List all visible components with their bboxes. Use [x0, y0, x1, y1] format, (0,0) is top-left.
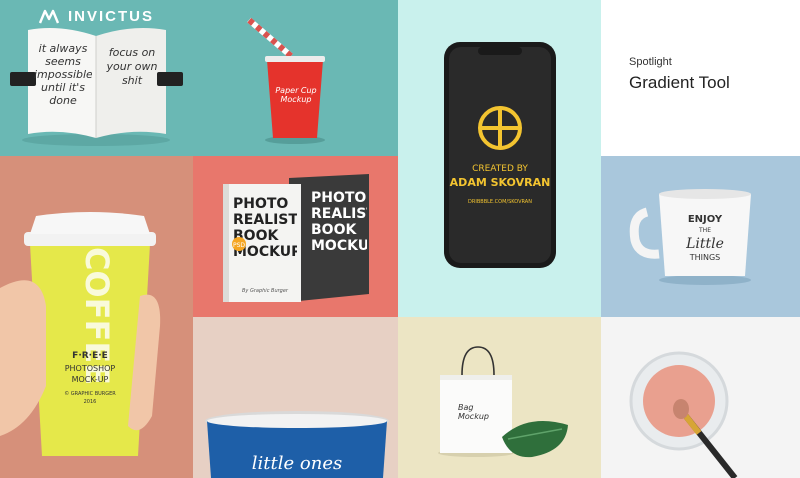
brand-name: INVICTUS: [68, 8, 155, 25]
book-spine-title: PHOTO REALISTIC BOOK MOCKUP: [311, 190, 367, 254]
brand-logo[interactable]: INVICTUS: [38, 8, 154, 25]
coffee-credit: © GRAPHIC BURGER: [64, 390, 116, 397]
tile-cosmetic[interactable]: [601, 317, 800, 478]
book-psd-badge: PSD: [233, 242, 245, 249]
coffee-mockup: MOCK-UP: [72, 375, 109, 384]
phone-mockup: CREATED BY ADAM SKOVRAN DRIBBBLE.COM/SKO…: [444, 42, 556, 268]
mug-line4: THINGS: [689, 253, 721, 262]
book-byline: By Graphic Burger: [242, 288, 289, 294]
hamburger-menu-icon[interactable]: [758, 10, 778, 32]
mug-line2: THE: [698, 227, 711, 234]
notebook-right-text: focus on your own shit: [106, 46, 158, 87]
enamel-script: little ones: [252, 453, 342, 474]
tile-paper-cup[interactable]: Paper Cup Mockup: [193, 0, 398, 156]
mug-mockup: ENJOY THE Little THINGS: [629, 189, 751, 285]
mug-line1: ENJOY: [688, 214, 723, 225]
coffee-cup-mockup: COFFEE F·R·E·E PHOTOSHOP MOCK-UP © GRAPH…: [0, 212, 161, 456]
book-cover-title: PHOTO REALISTIC BOOK MOCKUP: [233, 196, 297, 260]
cup-label: Paper Cup Mockup: [275, 86, 317, 104]
mug-line3: Little: [685, 236, 724, 252]
spotlight-kicker: Spotlight: [629, 56, 672, 68]
tile-enamel-mug[interactable]: little ones: [193, 317, 398, 478]
logo-mark-icon: [38, 9, 60, 23]
cosmetic-mockup: [629, 351, 738, 478]
tile-bag[interactable]: Bag Mockup: [398, 317, 601, 478]
tile-book[interactable]: PHOTO REALISTIC BOOK MOCKUP PSD By Graph…: [193, 156, 398, 317]
tile-coffee-cup[interactable]: COFFEE F·R·E·E PHOTOSHOP MOCK-UP © GRAPH…: [0, 156, 193, 478]
coffee-year: 2016: [84, 399, 97, 405]
bag-mockup: Bag Mockup: [438, 346, 568, 458]
coffee-photoshop: PHOTOSHOP: [65, 364, 116, 373]
paper-cup-mockup: Paper Cup Mockup: [247, 17, 325, 144]
tile-mug[interactable]: ENJOY THE Little THINGS: [601, 156, 800, 317]
phone-author: ADAM SKOVRAN: [450, 176, 551, 189]
enamel-mug-mockup: little ones: [205, 411, 389, 478]
book-mockup: PHOTO REALISTIC BOOK MOCKUP PSD By Graph…: [223, 174, 369, 302]
notebook-left-text: it always seems impossible until it's do…: [34, 42, 92, 107]
bag-label: Bag Mockup: [458, 403, 489, 421]
phone-created-by: CREATED BY: [472, 164, 528, 174]
spotlight-title[interactable]: Gradient Tool: [629, 73, 730, 93]
phone-url: DRIBBBLE.COM/SKOVRAN: [468, 199, 532, 205]
tile-phone[interactable]: CREATED BY ADAM SKOVRAN DRIBBBLE.COM/SKO…: [398, 0, 601, 317]
coffee-free: F·R·E·E: [72, 351, 108, 361]
